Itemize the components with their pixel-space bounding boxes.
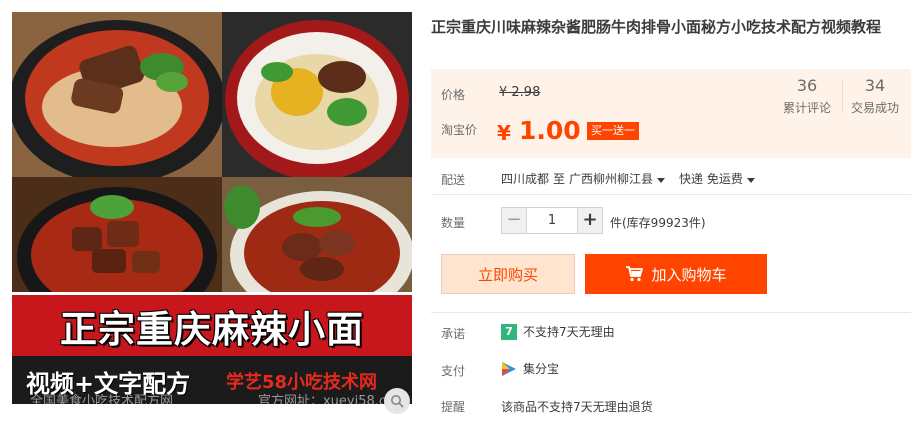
product-main-image[interactable]: 正宗重庆麻辣小面 视频+文字配方 学艺58小吃技术网 全国美食小吃技术配方网 官… bbox=[12, 12, 412, 404]
review-count-stat[interactable]: 36 累计评论 bbox=[783, 77, 831, 116]
price-currency: ¥ bbox=[497, 121, 511, 145]
shipping-method-select[interactable]: 快递 免运费 bbox=[679, 170, 765, 187]
payment-text: 集分宝 bbox=[523, 362, 560, 376]
image-watermark-row: 全国美食小吃技术配方网 官方网址：xueyi58.co bbox=[12, 390, 412, 404]
price-panel: 价格 ¥ 2.98 淘宝价 ¥ 1.00 买一送一 36 累计评论 34 交易成… bbox=[431, 69, 911, 158]
reminder-text: 该商品不支持7天无理由退货 bbox=[501, 400, 653, 414]
original-price: ¥ 2.98 bbox=[499, 85, 541, 100]
shipping-destination-select[interactable]: 广西柳州柳江县 bbox=[569, 170, 675, 187]
buy-now-button[interactable]: 立即购买 bbox=[441, 254, 575, 294]
chevron-down-icon bbox=[746, 178, 755, 183]
quantity-stepper: − + bbox=[501, 207, 603, 234]
current-price: 1.00 bbox=[519, 116, 581, 145]
shipping-row: 四川成都 至 广西柳州柳江县 快递 免运费 bbox=[501, 170, 765, 187]
review-count-label: 累计评论 bbox=[783, 101, 832, 115]
shipping-destination: 广西柳州柳江县 bbox=[569, 172, 654, 186]
taobao-price-label: 淘宝价 bbox=[441, 123, 478, 137]
noodle-bowl-intestine-photo bbox=[222, 177, 412, 307]
shipping-method: 快递 免运费 bbox=[679, 172, 743, 186]
product-title: 正宗重庆川味麻辣杂酱肥肠牛肉排骨小面秘方小吃技术配方视频教程 bbox=[431, 18, 882, 36]
divider bbox=[431, 312, 911, 313]
zoom-icon[interactable] bbox=[384, 388, 410, 414]
seven-day-icon: 7 bbox=[501, 323, 517, 340]
noodle-bowl-pea-photo bbox=[222, 12, 412, 177]
deal-count-stat: 34 交易成功 bbox=[851, 77, 899, 116]
quantity-increase-button[interactable]: + bbox=[577, 207, 603, 234]
promise-item[interactable]: 7 不支持7天无理由 bbox=[501, 323, 615, 340]
deal-count-label: 交易成功 bbox=[851, 101, 900, 115]
image-banner-main: 正宗重庆麻辣小面 bbox=[12, 292, 412, 356]
price-label: 价格 bbox=[441, 88, 466, 102]
stock-count: 件(库存99923件) bbox=[610, 216, 706, 230]
stat-divider bbox=[842, 79, 843, 113]
add-to-cart-label: 加入购物车 bbox=[651, 265, 727, 284]
image-watermark-left: 全国美食小吃技术配方网 bbox=[30, 394, 174, 404]
payment-item[interactable]: 集分宝 bbox=[501, 360, 559, 377]
divider bbox=[431, 194, 911, 195]
shipping-label: 配送 bbox=[441, 173, 466, 187]
image-watermark-right: 官方网址：xueyi58.co bbox=[257, 394, 394, 404]
shipping-origin: 四川成都 bbox=[501, 172, 550, 186]
chevron-down-icon bbox=[657, 178, 666, 183]
shopping-cart-icon bbox=[626, 266, 644, 282]
jifenbao-icon bbox=[502, 361, 516, 376]
quantity-decrease-button[interactable]: − bbox=[501, 207, 527, 234]
promise-label: 承诺 bbox=[441, 327, 466, 341]
shipping-to-word: 至 bbox=[553, 172, 566, 186]
quantity-input[interactable] bbox=[527, 207, 577, 234]
promo-badge[interactable]: 买一送一 bbox=[587, 122, 639, 140]
reminder-label: 提醒 bbox=[441, 400, 466, 414]
add-to-cart-button[interactable]: 加入购物车 bbox=[585, 254, 767, 294]
quantity-label: 数量 bbox=[441, 216, 466, 230]
payment-label: 支付 bbox=[441, 364, 466, 378]
deal-count: 34 bbox=[864, 76, 886, 95]
promise-text: 不支持7天无理由 bbox=[523, 325, 615, 339]
noodle-bowl-beef-photo bbox=[12, 177, 222, 307]
review-count: 36 bbox=[796, 76, 818, 95]
noodle-bowl-rib-photo bbox=[12, 12, 222, 177]
